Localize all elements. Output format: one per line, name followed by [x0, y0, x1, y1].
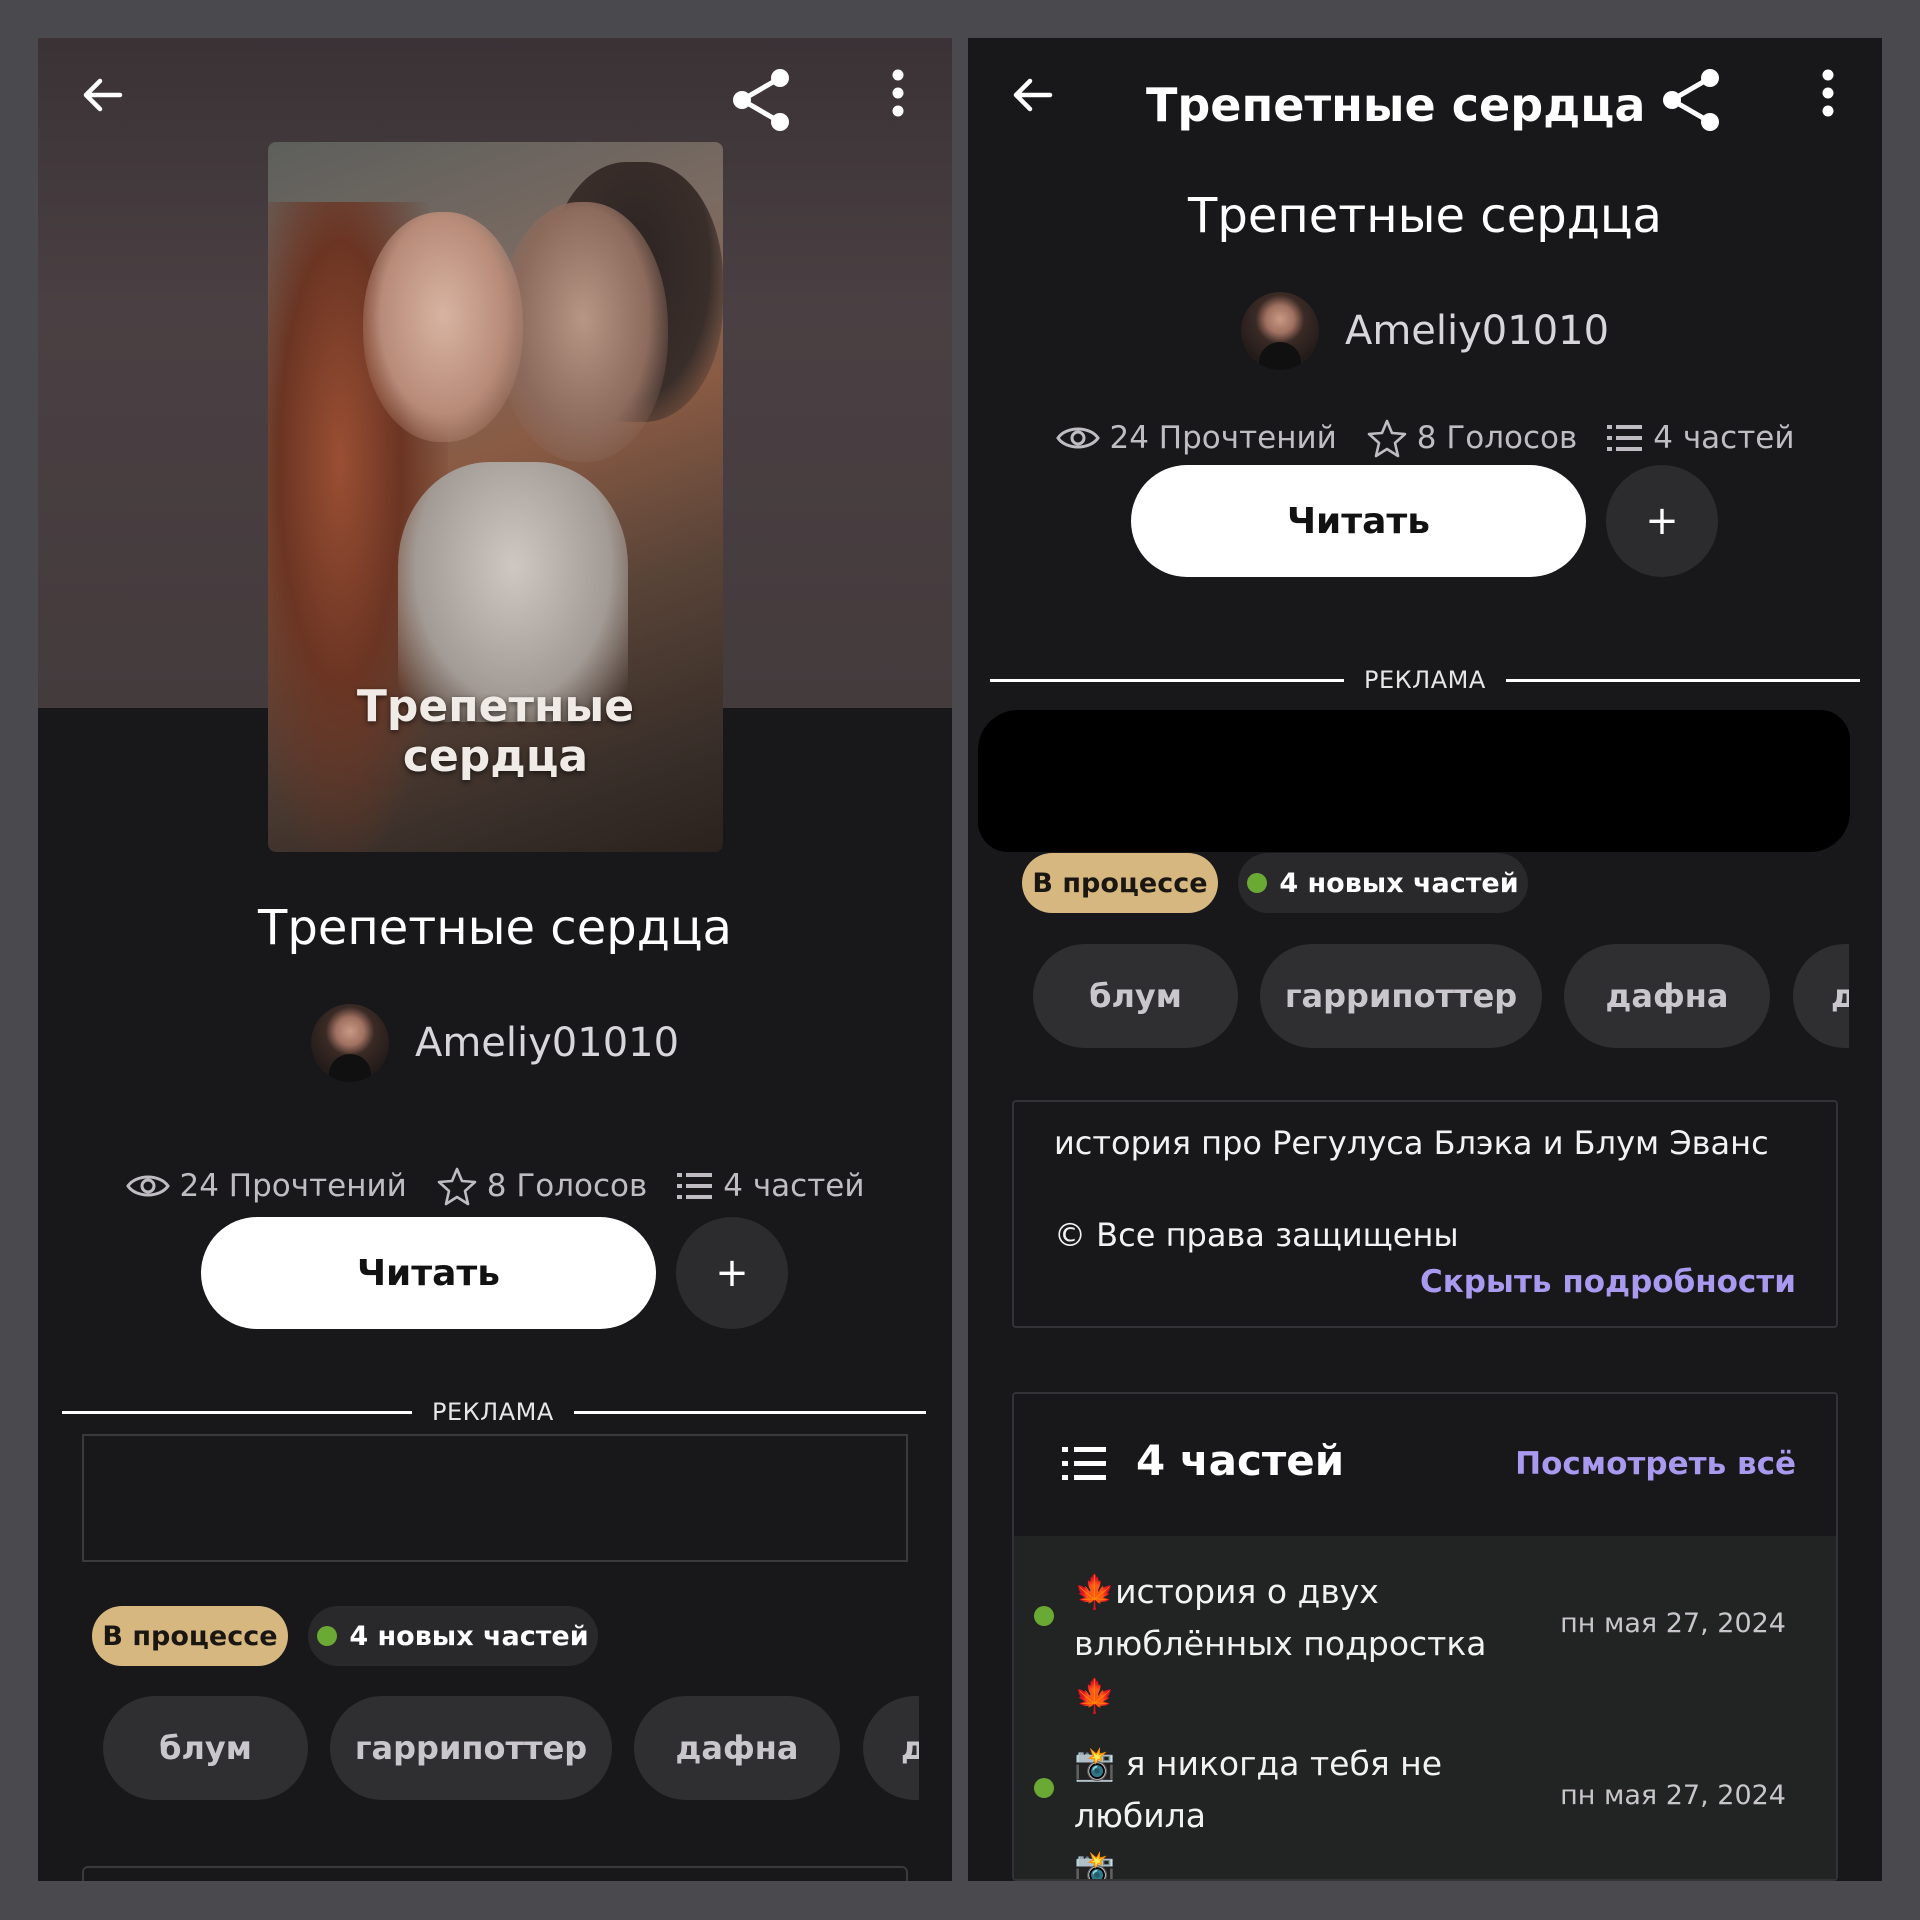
reads-stat: 24 Прочтений [125, 1168, 407, 1204]
reads-stat: 24 Прочтений [1055, 420, 1337, 456]
eye-icon [1055, 427, 1100, 449]
tag-chip[interactable]: гаррипоттер [330, 1696, 612, 1800]
book-title: Трепетные сердца [258, 900, 732, 956]
book-title: Трепетные сердца [1188, 188, 1662, 244]
chapter-date: пн мая 27, 2024 [1560, 1780, 1786, 1811]
description-text: история про Регулуса Блэка и Блум Эванс [1054, 1124, 1769, 1162]
tag-chip[interactable]: блум [1033, 944, 1238, 1048]
back-arrow-icon[interactable] [1008, 70, 1058, 120]
ad-banner[interactable] [82, 1434, 908, 1562]
header-title: Трепетные сердца [1146, 78, 1646, 132]
votes-stat: 8 Голосов [1367, 418, 1577, 458]
stats-row: 24 Прочтений 8 Голосов 4 частей [968, 418, 1882, 458]
new-indicator-dot [1247, 873, 1268, 893]
parts-stat: 4 частей [1607, 420, 1795, 456]
ad-divider: РЕКЛАМА [990, 660, 1860, 700]
list-icon [1607, 425, 1643, 451]
toc-header: 4 частей Посмотреть всё [1014, 1394, 1836, 1536]
author-avatar[interactable] [310, 1004, 389, 1082]
book-cover-image[interactable]: Трепетные сердца [268, 142, 723, 852]
left-screen: Трепетные сердца Трепетные сердца Ameliy… [38, 38, 952, 1881]
eye-icon [125, 1175, 170, 1197]
tag-chip[interactable]: блум [103, 1696, 308, 1800]
cover-title: Трепетные сердца [356, 681, 635, 782]
author-row[interactable]: Ameliy01010 [38, 1004, 952, 1082]
author-row[interactable]: Ameliy01010 [968, 292, 1882, 370]
read-button[interactable]: Читать [201, 1217, 656, 1329]
tag-chip[interactable]: дафна [634, 1696, 840, 1800]
chapter-date: пн мая 27, 2024 [1560, 1608, 1786, 1639]
votes-stat: 8 Голосов [437, 1166, 647, 1206]
toc-title: 4 частей [1136, 1436, 1345, 1485]
share-icon[interactable] [730, 68, 794, 132]
table-of-contents-card: 4 частей Посмотреть всё 🍁история о двух … [1012, 1392, 1838, 1881]
right-screen: Трепетные сердца Трепетные сердца Ameliy… [968, 38, 1882, 1881]
author-name[interactable]: Ameliy01010 [415, 1020, 679, 1066]
add-to-library-button[interactable]: + [676, 1217, 788, 1329]
share-icon[interactable] [1660, 68, 1724, 132]
new-indicator-dot [1034, 1778, 1054, 1798]
chapter-title: 🍁история о двух влюблённых подростка 🍁 [1074, 1572, 1487, 1715]
list-icon [677, 1173, 713, 1199]
chapter-title: 📸 я никогда тебя не любила 📸 [1074, 1738, 1574, 1881]
tag-chip[interactable]: дафна [1564, 944, 1770, 1048]
new-parts-badge: 4 новых частей [308, 1606, 598, 1666]
more-vertical-icon[interactable] [890, 68, 906, 118]
ad-label: РЕКЛАМА [1364, 666, 1486, 694]
parts-stat: 4 частей [677, 1168, 865, 1204]
tag-chip[interactable]: гаррипоттер [1260, 944, 1542, 1048]
camera-flash-icon: 📸 [1074, 1848, 1116, 1881]
ad-label: РЕКЛАМА [432, 1398, 554, 1426]
back-arrow-icon[interactable] [78, 70, 128, 120]
stats-row: 24 Прочтений 8 Голосов 4 частей [38, 1166, 952, 1206]
new-indicator-dot [1034, 1606, 1054, 1626]
list-icon [1062, 1444, 1106, 1484]
copyright-text: © Все права защищены [1054, 1216, 1459, 1254]
hide-details-link[interactable]: Скрыть подробности [1420, 1264, 1796, 1300]
view-all-link[interactable]: Посмотреть всё [1515, 1446, 1796, 1482]
author-avatar[interactable] [1240, 292, 1319, 370]
more-vertical-icon[interactable] [1820, 68, 1836, 118]
status-badge: В процессе [1022, 853, 1218, 913]
ad-banner-redacted [978, 710, 1850, 852]
description-card-edge [82, 1866, 908, 1881]
maple-leaf-icon: 🍁 [1074, 1676, 1116, 1715]
chapter-list: 🍁история о двух влюблённых подростка 🍁 п… [1014, 1536, 1836, 1881]
new-indicator-dot [317, 1626, 338, 1646]
author-name[interactable]: Ameliy01010 [1345, 308, 1609, 354]
ad-divider: РЕКЛАМА [62, 1392, 926, 1432]
maple-leaf-icon: 🍁 [1074, 1572, 1116, 1611]
add-to-library-button[interactable]: + [1606, 465, 1718, 577]
new-parts-badge: 4 новых частей [1238, 853, 1528, 913]
camera-flash-icon: 📸 [1074, 1744, 1116, 1783]
star-icon [1367, 419, 1407, 458]
read-button[interactable]: Читать [1131, 465, 1586, 577]
star-icon [437, 1167, 477, 1206]
tag-chip-partial[interactable]: д [1793, 944, 1849, 1048]
description-card: история про Регулуса Блэка и Блум Эванс … [1012, 1100, 1838, 1328]
tag-chip-partial[interactable]: д [863, 1696, 919, 1800]
status-badge: В процессе [92, 1606, 288, 1666]
